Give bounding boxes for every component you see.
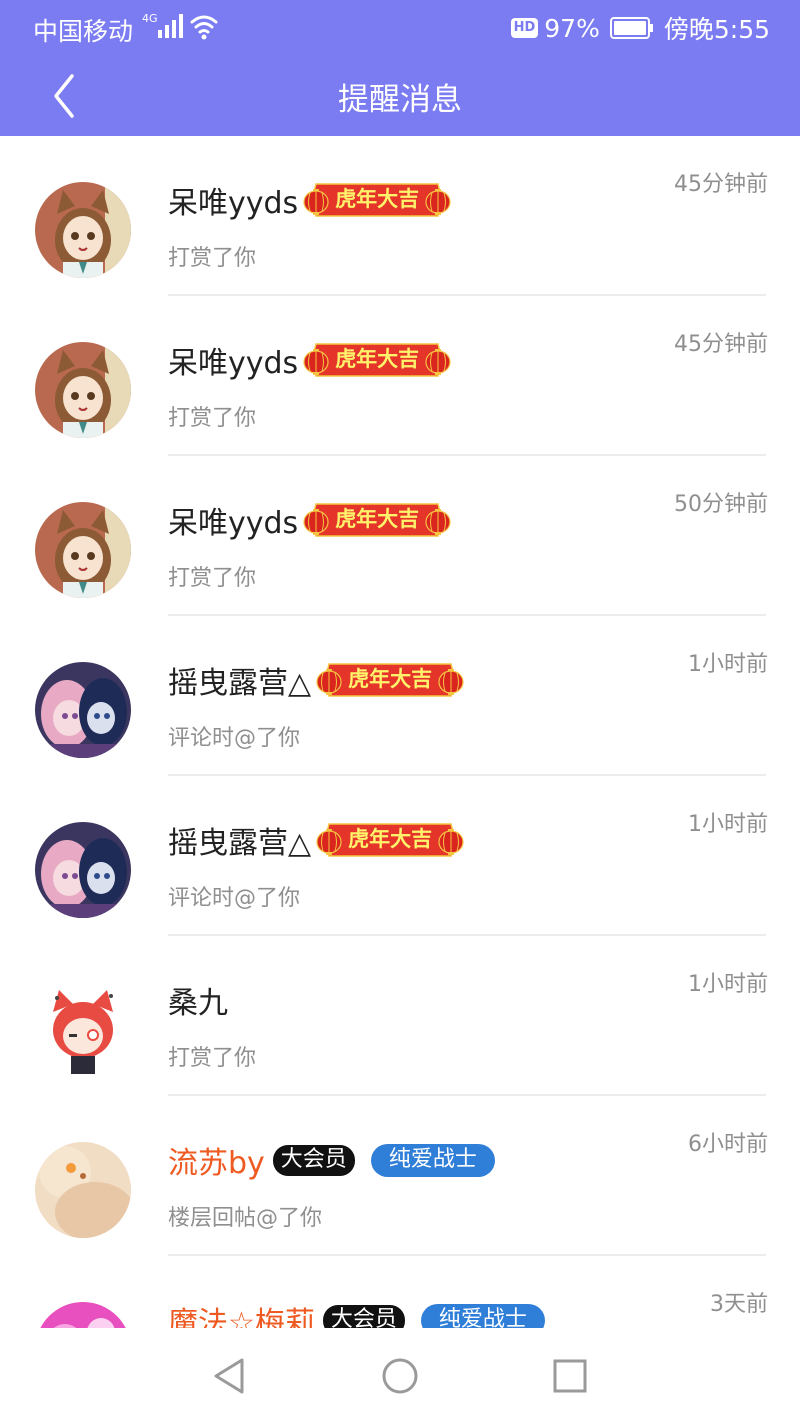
timestamp: 50分钟前 bbox=[674, 492, 768, 517]
signal-icon: 4G bbox=[142, 12, 218, 40]
user-name[interactable]: 摇曳露营△ bbox=[168, 818, 311, 862]
vip-badge: 大会员 bbox=[272, 1144, 355, 1176]
notification-list[interactable]: 呆唯yyds 虎年大吉 打赏了你 45分钟前 呆唯yyds 虎年大吉 打赏了你 … bbox=[0, 136, 800, 1328]
action-text: 评论时@了你 bbox=[168, 726, 301, 751]
user-name[interactable]: 呆唯yyds bbox=[168, 338, 298, 382]
name-row: 魔法☆梅莉 大会员 纯爱战士 bbox=[168, 1296, 545, 1328]
avatar[interactable] bbox=[35, 662, 131, 758]
avatar[interactable] bbox=[35, 182, 131, 278]
vip-badge: 大会员 bbox=[322, 1304, 405, 1328]
new-year-banner: 虎年大吉 bbox=[315, 818, 465, 862]
page-title: 提醒消息 bbox=[338, 82, 462, 118]
user-name[interactable]: 桑九 bbox=[168, 978, 228, 1022]
timestamp: 45分钟前 bbox=[674, 332, 768, 357]
user-name[interactable]: 魔法☆梅莉 bbox=[168, 1298, 315, 1328]
avatar[interactable] bbox=[35, 982, 131, 1078]
name-row: 流苏by 大会员 纯爱战士 bbox=[168, 1136, 495, 1184]
avatar[interactable] bbox=[35, 822, 131, 918]
system-nav-bar bbox=[0, 1328, 800, 1422]
avatar[interactable] bbox=[35, 1142, 131, 1238]
network-type-label: 4G bbox=[142, 12, 158, 25]
banner-text: 虎年大吉 bbox=[335, 507, 420, 531]
new-year-banner: 虎年大吉 bbox=[302, 498, 452, 542]
new-year-banner: 虎年大吉 bbox=[302, 338, 452, 382]
app-header: 中国移动 4G HD 97% 傍晚5:55 提醒消息 bbox=[0, 0, 800, 136]
action-text: 打赏了你 bbox=[168, 1046, 257, 1071]
name-row: 摇曳露营△ 虎年大吉 bbox=[168, 656, 465, 704]
list-item[interactable]: 魔法☆梅莉 大会员 纯爱战士 3天前 bbox=[0, 1256, 800, 1328]
name-row: 呆唯yyds 虎年大吉 bbox=[168, 496, 452, 544]
timestamp: 1小时前 bbox=[688, 812, 768, 837]
avatar[interactable] bbox=[35, 1302, 131, 1328]
name-row: 摇曳露营△ 虎年大吉 bbox=[168, 816, 465, 864]
list-item[interactable]: 摇曳露营△ 虎年大吉 评论时@了你 1小时前 bbox=[0, 776, 800, 936]
timestamp: 1小时前 bbox=[688, 652, 768, 677]
new-year-banner: 虎年大吉 bbox=[315, 658, 465, 702]
user-name[interactable]: 摇曳露营△ bbox=[168, 658, 311, 702]
list-item[interactable]: 流苏by 大会员 纯爱战士 楼层回帖@了你 6小时前 bbox=[0, 1096, 800, 1256]
action-text: 打赏了你 bbox=[168, 406, 257, 431]
name-row: 呆唯yyds 虎年大吉 bbox=[168, 336, 452, 384]
timestamp: 45分钟前 bbox=[674, 172, 768, 197]
avatar[interactable] bbox=[35, 502, 131, 598]
action-text: 打赏了你 bbox=[168, 246, 257, 271]
status-right: HD 97% 傍晚5:55 bbox=[510, 12, 770, 44]
action-text: 楼层回帖@了你 bbox=[168, 1206, 323, 1231]
banner-text: 虎年大吉 bbox=[348, 667, 433, 691]
nav-home-button[interactable] bbox=[378, 1354, 422, 1398]
action-text: 评论时@了你 bbox=[168, 886, 301, 911]
banner-text: 虎年大吉 bbox=[335, 187, 420, 211]
title-bar: 提醒消息 bbox=[0, 56, 800, 136]
action-text: 打赏了你 bbox=[168, 566, 257, 591]
nav-back-button[interactable] bbox=[208, 1354, 252, 1398]
timestamp: 6小时前 bbox=[688, 1132, 768, 1157]
timestamp: 1小时前 bbox=[688, 972, 768, 997]
status-bar: 中国移动 4G HD 97% 傍晚5:55 bbox=[0, 0, 800, 56]
nav-recents-button[interactable] bbox=[548, 1354, 592, 1398]
banner-text: 虎年大吉 bbox=[348, 827, 433, 851]
wifi-icon bbox=[190, 15, 218, 34]
user-name[interactable]: 流苏by bbox=[168, 1138, 265, 1182]
banner-text: 虎年大吉 bbox=[335, 347, 420, 371]
battery-icon bbox=[609, 17, 653, 39]
carrier-label: 中国移动 bbox=[33, 17, 134, 46]
battery-percent: 97% bbox=[544, 13, 600, 43]
user-name[interactable]: 呆唯yyds bbox=[168, 498, 298, 542]
user-name[interactable]: 呆唯yyds bbox=[168, 178, 298, 222]
list-item[interactable]: 桑九 打赏了你 1小时前 bbox=[0, 936, 800, 1096]
title-badge[interactable]: 纯爱战士 bbox=[420, 1303, 545, 1328]
new-year-banner: 虎年大吉 bbox=[302, 178, 452, 222]
hd-badge: HD bbox=[510, 18, 539, 38]
clock: 傍晚5:55 bbox=[663, 15, 770, 44]
title-badge[interactable]: 纯爱战士 bbox=[370, 1143, 495, 1177]
list-item[interactable]: 摇曳露营△ 虎年大吉 评论时@了你 1小时前 bbox=[0, 616, 800, 776]
list-item[interactable]: 呆唯yyds 虎年大吉 打赏了你 45分钟前 bbox=[0, 136, 800, 296]
list-item[interactable]: 呆唯yyds 虎年大吉 打赏了你 50分钟前 bbox=[0, 456, 800, 616]
name-row: 呆唯yyds 虎年大吉 bbox=[168, 176, 452, 224]
list-item[interactable]: 呆唯yyds 虎年大吉 打赏了你 45分钟前 bbox=[0, 296, 800, 456]
timestamp: 3天前 bbox=[710, 1292, 768, 1317]
name-row: 桑九 bbox=[168, 976, 228, 1024]
avatar[interactable] bbox=[35, 342, 131, 438]
